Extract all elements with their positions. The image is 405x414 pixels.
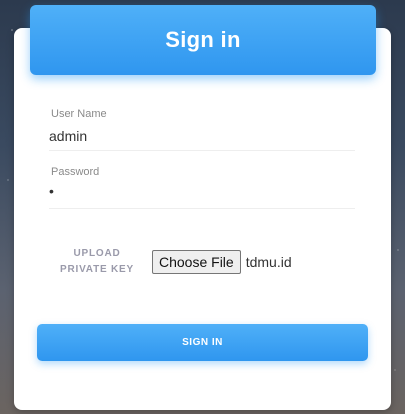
- file-input[interactable]: Choose File tdmu.id: [152, 250, 292, 274]
- username-field[interactable]: admin: [49, 128, 87, 144]
- upload-label-line1: UPLOAD: [73, 248, 121, 259]
- selected-file-name: tdmu.id: [245, 254, 292, 270]
- page-title: Sign in: [165, 27, 241, 52]
- sign-in-header: Sign in: [30, 5, 376, 75]
- choose-file-button[interactable]: Choose File: [152, 250, 241, 274]
- username-underline: [49, 150, 355, 151]
- upload-private-key-label: UPLOAD PRIVATE KEY: [52, 246, 142, 278]
- sign-in-button-label: SIGN IN: [182, 337, 223, 348]
- username-label: User Name: [51, 108, 107, 120]
- password-underline: [49, 208, 355, 209]
- upload-label-line2: PRIVATE KEY: [60, 264, 134, 275]
- sign-in-button[interactable]: SIGN IN: [37, 324, 368, 361]
- password-label: Password: [51, 166, 100, 178]
- password-field[interactable]: •: [49, 183, 54, 199]
